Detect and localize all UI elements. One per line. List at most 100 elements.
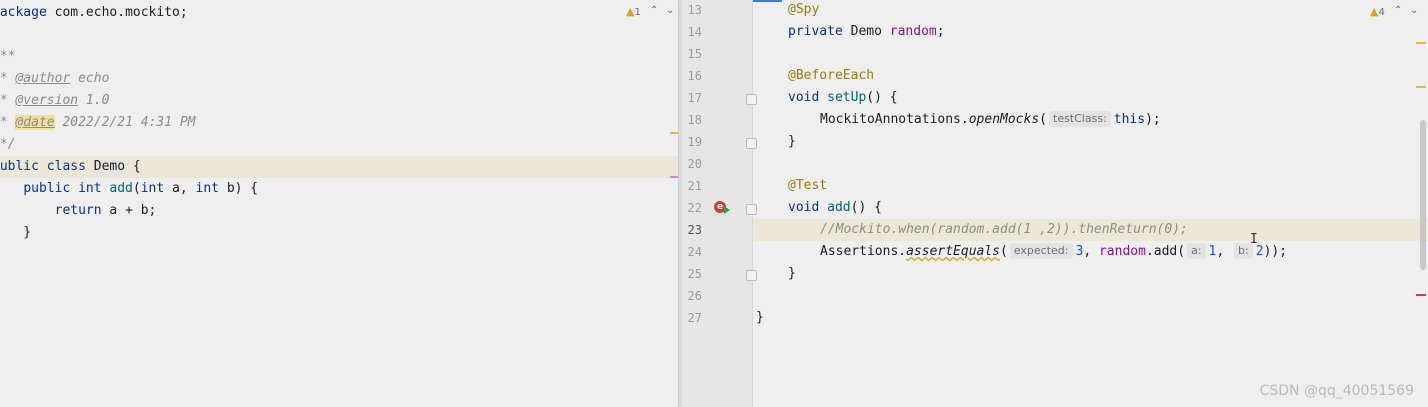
chevron-down-icon[interactable]: ⌄ <box>1410 5 1418 16</box>
keyword: this <box>1113 112 1146 127</box>
warning-indicator[interactable]: ▲1 <box>626 5 641 18</box>
code-line-comment[interactable]: //Mockito.when(random.add(1 ,2)).thenRet… <box>820 219 1188 241</box>
run-play-icon[interactable] <box>724 206 730 214</box>
keyword: package <box>0 5 47 20</box>
type-name: Demo <box>842 24 890 39</box>
semicolon: ; <box>936 24 945 39</box>
field-name: random <box>889 24 937 39</box>
parameter-hint: testClass: <box>1049 111 1111 127</box>
info-stripe[interactable] <box>670 176 678 178</box>
code-line-method-close[interactable]: } <box>0 222 31 244</box>
code-line-class-close[interactable]: } <box>756 307 764 329</box>
warning-stripe[interactable] <box>1416 42 1426 44</box>
paren: ( <box>1000 244 1008 259</box>
method-call: assertEquals <box>906 244 1001 259</box>
vertical-scrollbar[interactable] <box>1420 120 1426 270</box>
paren: )); <box>1263 244 1288 259</box>
line-number: 22 <box>687 201 702 215</box>
keyword: public int <box>23 181 110 196</box>
brace: () { <box>866 90 898 105</box>
watermark: CSDN @qq_40051569 <box>1259 383 1414 399</box>
code-line-test-ann[interactable]: @Test <box>788 175 827 197</box>
keyword: return <box>54 203 102 218</box>
comma: , <box>1083 244 1099 259</box>
code-line-setup-close[interactable]: } <box>788 131 796 153</box>
code-line-doc-open[interactable]: /** <box>0 46 15 68</box>
warning-indicator[interactable]: ▲4 <box>1370 5 1385 18</box>
code-line-setup-decl[interactable]: void setUp() { <box>788 87 898 109</box>
code-line-open-mocks[interactable]: MockitoAnnotations.openMocks(testClass: t… <box>820 109 1161 131</box>
doc-value: 1.0 <box>78 93 110 108</box>
right-editor[interactable]: 13 14 15 16 17 18 19 20 21 22 23 24 25 2… <box>682 0 1428 407</box>
doc-tag-author: @author <box>15 71 71 86</box>
warning-count: 1 <box>634 7 641 18</box>
warning-stripe[interactable] <box>670 132 678 134</box>
method-call: openMocks <box>968 112 1040 127</box>
keyword: void <box>788 90 828 105</box>
fold-marker-icon[interactable] <box>746 138 757 149</box>
line-number: 27 <box>687 311 702 325</box>
line-number: 23 <box>687 223 702 237</box>
code-line-date[interactable]: * @date 2022/2/21 4:31 PM <box>0 112 196 134</box>
fold-marker-icon[interactable] <box>746 204 757 215</box>
line-number: 14 <box>687 25 702 39</box>
code-line-assert[interactable]: Assertions.assertEquals(expected: 3, rand… <box>820 241 1287 263</box>
expression: a + b; <box>101 203 157 218</box>
code-line-before-each[interactable]: @BeforeEach <box>788 65 874 87</box>
line-number: 18 <box>687 113 702 127</box>
method-name: add <box>109 181 133 196</box>
method-call: .add( <box>1145 244 1186 259</box>
chevron-up-icon[interactable]: ⌃ <box>650 5 658 16</box>
paren: ( <box>132 181 141 196</box>
field-ref: random <box>1098 244 1146 259</box>
class-ref: Assertions. <box>820 244 907 259</box>
doc-value: echo <box>70 71 110 86</box>
warning-count: 4 <box>1378 7 1385 18</box>
line-number: 19 <box>687 135 702 149</box>
code-line-spy[interactable]: @Spy <box>788 0 819 21</box>
class-ref: MockitoAnnotations. <box>820 112 969 127</box>
doc-value: 2022/2/21 4:31 PM <box>54 115 196 130</box>
doc-prefix: * <box>0 93 8 108</box>
code-line-doc-close[interactable]: */ <box>0 134 15 156</box>
code-line-add-close[interactable]: } <box>788 263 796 285</box>
param: b) { <box>219 181 259 196</box>
brace: () { <box>850 200 882 215</box>
code-line-return[interactable]: return a + b; <box>0 200 157 222</box>
brace: { <box>125 159 141 174</box>
code-line-author[interactable]: * @author echo <box>0 68 109 90</box>
line-number: 16 <box>687 69 702 83</box>
keyword: private <box>788 24 843 39</box>
code-line-class-decl[interactable]: public class Demo { <box>0 156 141 178</box>
fold-marker-icon[interactable] <box>746 270 757 281</box>
package-name: com.echo.mockito; <box>46 5 188 20</box>
doc-tag-version: @version <box>15 93 79 108</box>
param: a, <box>164 181 196 196</box>
line-number: 15 <box>687 47 702 61</box>
line-number: 21 <box>687 179 702 193</box>
code-line-add-decl[interactable]: void add() { <box>788 197 882 219</box>
warning-stripe[interactable] <box>1416 86 1426 88</box>
doc-prefix: * <box>0 115 8 130</box>
method-name: setUp <box>827 90 867 105</box>
error-stripe[interactable] <box>1416 294 1426 296</box>
editor-gutter[interactable]: 13 14 15 16 17 18 19 20 21 22 23 24 25 2… <box>682 0 757 407</box>
comma: , <box>1216 244 1233 259</box>
doc-prefix: * <box>0 71 8 86</box>
left-editor[interactable]: package com.echo.mockito; /** * @author … <box>0 0 678 407</box>
chevron-up-icon[interactable]: ⌃ <box>1394 5 1402 16</box>
text-cursor-icon: I <box>1250 232 1258 247</box>
chevron-down-icon[interactable]: ⌄ <box>666 5 674 16</box>
keyword: int <box>195 181 219 196</box>
code-line-version[interactable]: * @version 1.0 <box>0 90 109 112</box>
fold-marker-icon[interactable] <box>746 94 757 105</box>
keyword: int <box>140 181 165 196</box>
line-number: 13 <box>687 3 702 17</box>
code-line-field[interactable]: private Demo random; <box>788 21 945 43</box>
code-line-package[interactable]: package com.echo.mockito; <box>0 2 188 24</box>
code-line-method-decl[interactable]: public int add(int a, int b) { <box>0 178 258 200</box>
paren: ); <box>1145 112 1161 127</box>
doc-tag-date: @date <box>15 115 55 130</box>
